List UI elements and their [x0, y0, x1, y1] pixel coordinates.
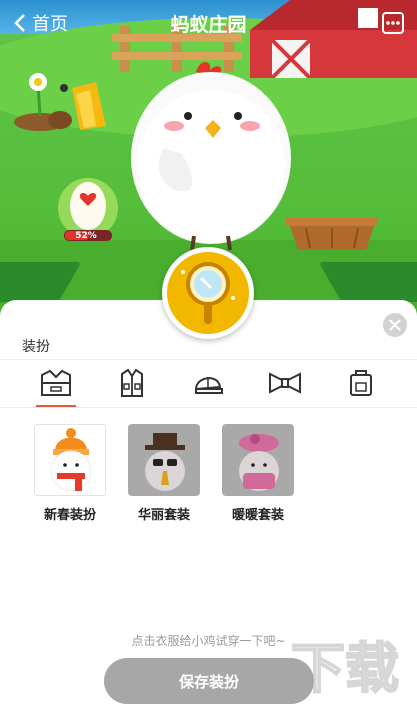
tab-jacket[interactable] [109, 360, 155, 406]
tab-hat[interactable] [185, 360, 231, 406]
category-tabs [0, 360, 417, 408]
chicken-gorgeous-outfit-icon [145, 433, 185, 491]
panel-title: 装扮 [22, 339, 50, 355]
bowtie-icon [268, 372, 301, 394]
chicken-new-year-outfit-icon [50, 428, 92, 492]
save-outfit-button[interactable]: 保存装扮 [104, 658, 314, 704]
page-title: 蚂蚁庄园 [170, 14, 247, 36]
outfit-label: 暖暖套装 [231, 508, 284, 523]
bag-icon [349, 370, 372, 396]
svg-text:下载: 下载 [291, 637, 399, 700]
food-tray[interactable] [286, 216, 378, 250]
outfit-item-gorgeous[interactable]: 华丽套装 [128, 424, 200, 523]
jacket-icon [121, 368, 144, 397]
egg-progress-text: 52% [75, 231, 97, 241]
tab-clothes[interactable] [33, 360, 79, 408]
outfit-item-warm[interactable]: 暖暖套装 [222, 424, 294, 523]
chicken-character[interactable] [126, 58, 296, 253]
tab-bag[interactable] [338, 360, 384, 406]
dress-up-mirror-button[interactable] [162, 247, 254, 339]
cap-icon [195, 377, 224, 394]
outfit-thumbnail [34, 424, 106, 496]
outfit-label: 新春装扮 [43, 508, 96, 523]
watermark-logo: 下载 [290, 636, 400, 701]
close-button[interactable] [383, 313, 407, 337]
tab-accessory[interactable] [262, 360, 308, 406]
outfit-label: 华丽套装 [137, 508, 190, 523]
flower-and-hay [14, 73, 106, 131]
outfit-thumbnail [128, 424, 200, 496]
outfit-thumbnail [222, 424, 294, 496]
clothes-icon [41, 369, 72, 396]
outfit-item-new-year[interactable]: 新春装扮 [34, 424, 106, 523]
top-bar: 首页 蚂蚁庄园 [0, 0, 417, 42]
divider [0, 407, 417, 408]
chicken-warm-outfit-icon [239, 434, 279, 491]
mirror-icon [181, 262, 235, 324]
close-icon [389, 319, 401, 331]
outfit-list: 新春装扮 华丽套装 暖暖套装 [34, 424, 294, 523]
menu-icon[interactable] [382, 12, 404, 34]
